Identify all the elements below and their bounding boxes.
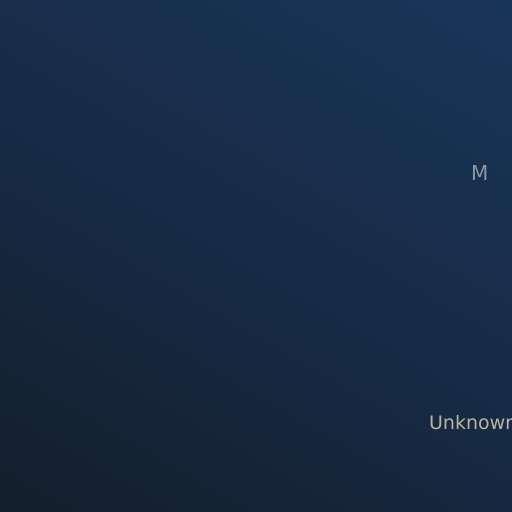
partial-heading-text: M I <box>471 161 512 185</box>
cropped-page: M I Unknown <box>0 0 512 512</box>
partial-caption-text: Unknown <box>429 412 512 434</box>
